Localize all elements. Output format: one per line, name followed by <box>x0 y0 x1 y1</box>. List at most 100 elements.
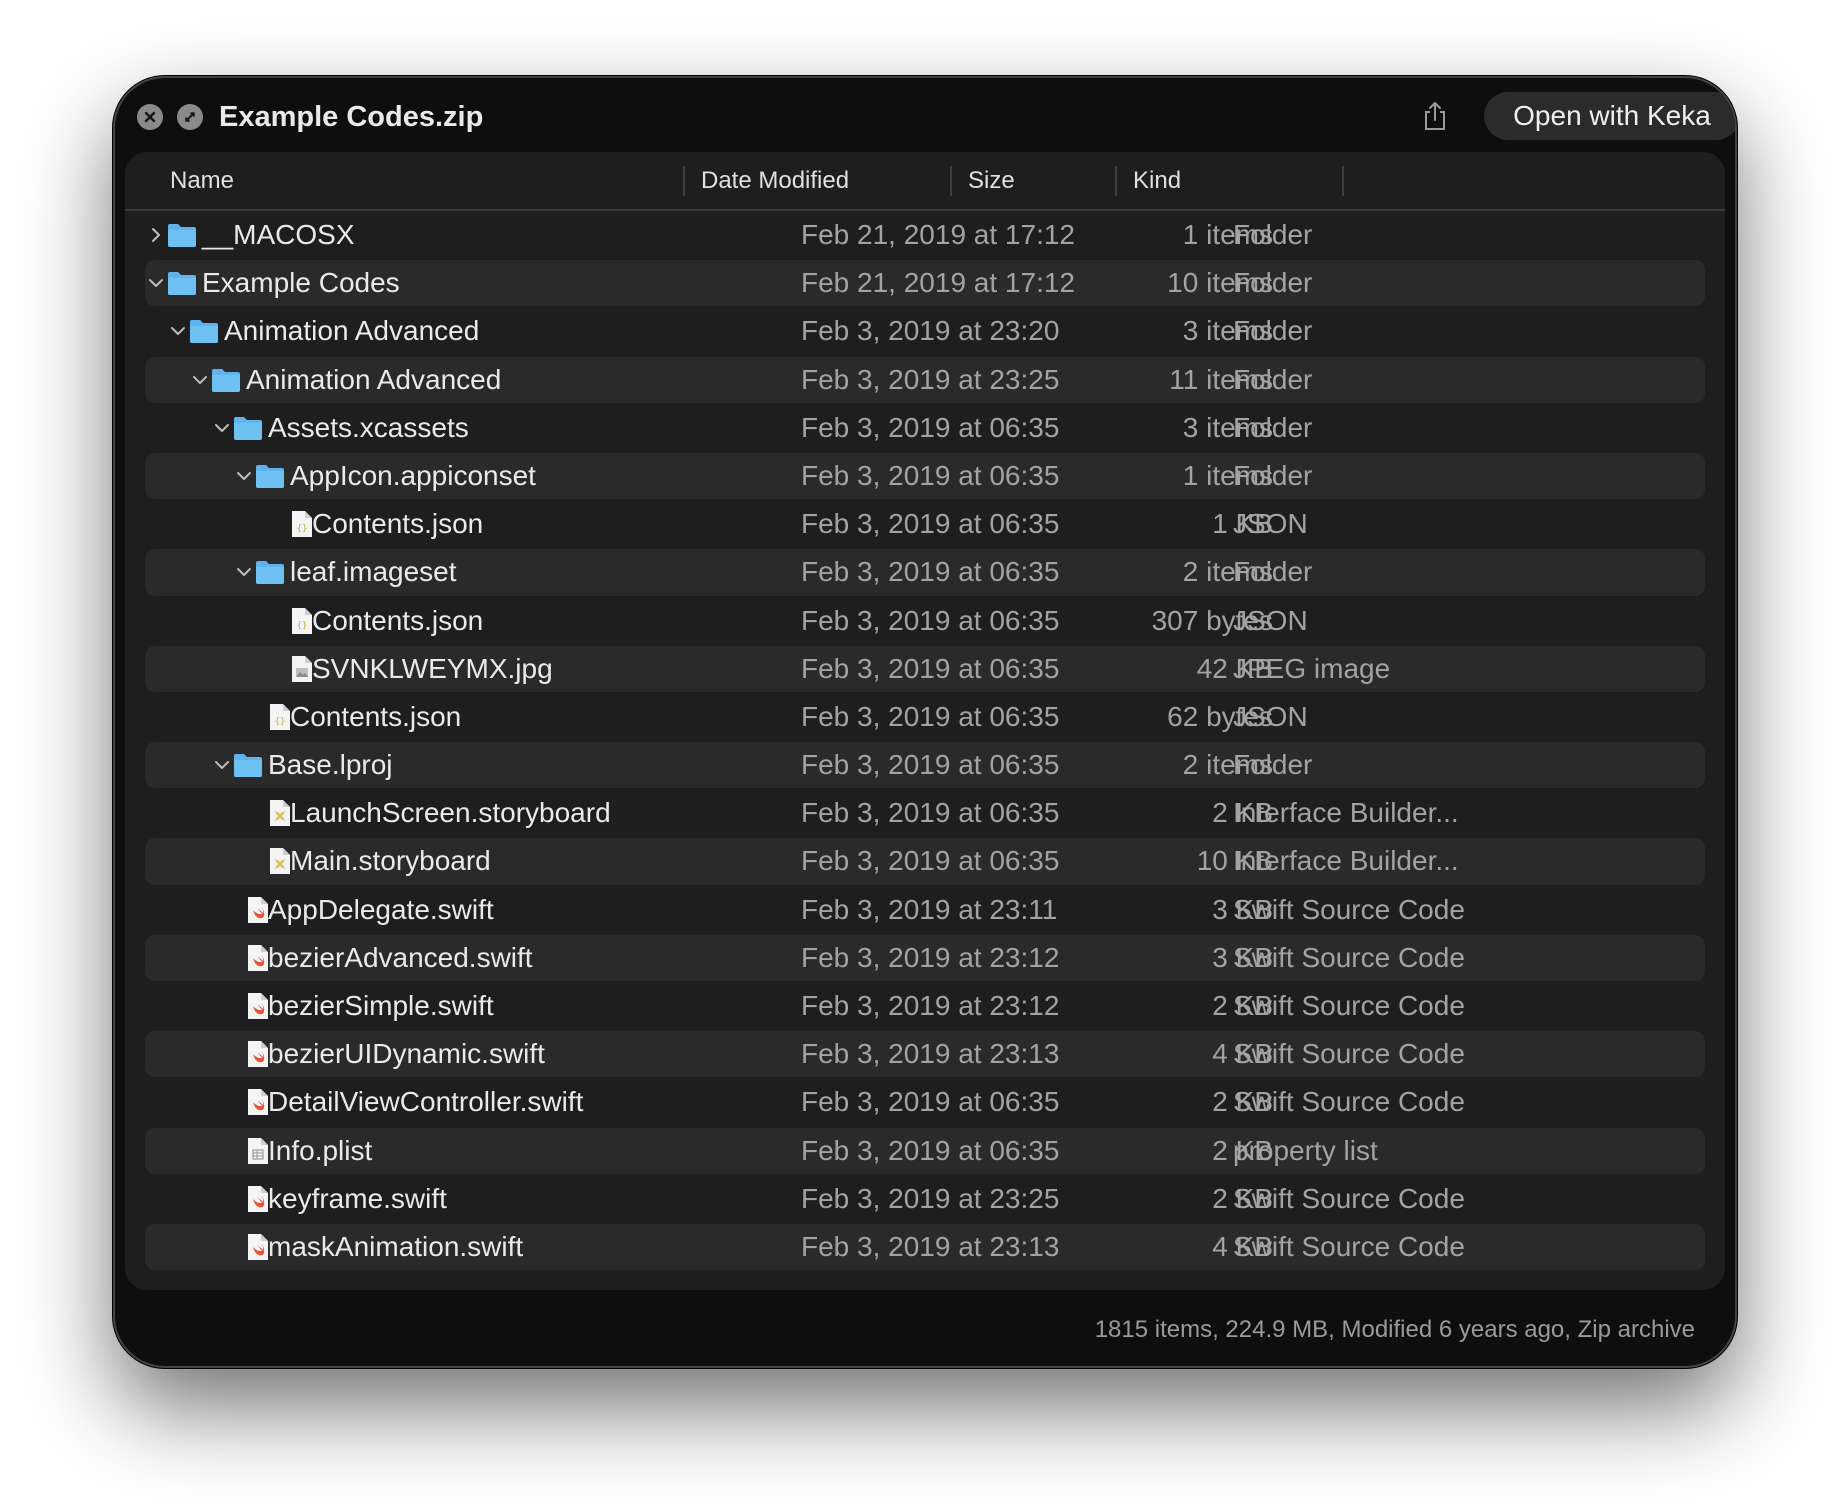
file-kind: Swift Source Code <box>1233 1230 1465 1262</box>
file-row[interactable]: __MACOSX Feb 21, 2019 at 17:12 1 items Fold… <box>125 211 1725 259</box>
file-row[interactable]: keyframe.swift Feb 3, 2019 at 23:25 2 KB Sw… <box>125 1175 1725 1223</box>
title-bar: Example Codes.zip Open with Keka <box>115 78 1735 158</box>
file-name: Animation Advanced <box>246 363 502 395</box>
date-modified: Feb 3, 2019 at 23:13 <box>801 1038 1060 1070</box>
json-file-icon: {} <box>291 597 313 645</box>
file-kind: Folder <box>1233 315 1313 347</box>
date-modified: Feb 3, 2019 at 23:20 <box>801 315 1060 347</box>
chevron-down-icon[interactable] <box>211 404 233 452</box>
file-row[interactable]: DetailViewController.swift Feb 3, 2019 at… <box>125 1078 1725 1126</box>
column-divider[interactable] <box>950 166 952 196</box>
file-name: Contents.json <box>312 604 484 636</box>
date-modified: Feb 3, 2019 at 23:25 <box>801 363 1060 395</box>
file-row[interactable]: Assets.xcassets Feb 3, 2019 at 06:35 3 ite… <box>125 404 1725 452</box>
svg-text:{}: {} <box>297 621 308 631</box>
file-row[interactable]: bezierUIDynamic.swift Feb 3, 2019 at 23:1… <box>125 1030 1725 1078</box>
file-row[interactable]: bezierSimple.swift Feb 3, 2019 at 23:12 2 … <box>125 982 1725 1030</box>
column-size[interactable]: Size <box>968 166 1015 196</box>
file-row[interactable]: Example Codes Feb 21, 2019 at 17:12 10 ite… <box>125 259 1725 307</box>
file-row[interactable]: Animation Advanced Feb 3, 2019 at 23:20 3 … <box>125 307 1725 355</box>
column-divider[interactable] <box>1115 166 1117 196</box>
share-button[interactable] <box>1415 96 1455 136</box>
file-row[interactable]: Main.storyboard Feb 3, 2019 at 06:35 10 KB… <box>125 837 1725 885</box>
json-file-icon: {} <box>291 500 313 548</box>
folder-icon <box>233 741 263 789</box>
date-modified: Feb 3, 2019 at 06:35 <box>801 411 1060 443</box>
file-name: Contents.json <box>290 700 462 732</box>
folder-icon <box>167 211 197 259</box>
file-name: bezierSimple.swift <box>268 990 494 1021</box>
swift-file-icon <box>247 1223 269 1271</box>
file-kind: Swift Source Code <box>1233 990 1465 1021</box>
date-modified: Feb 3, 2019 at 23:12 <box>801 990 1060 1021</box>
file-name: leaf.imageset <box>290 556 457 588</box>
file-kind: JSON <box>1233 604 1308 636</box>
chevron-down-icon[interactable] <box>145 259 167 307</box>
file-row[interactable]: Base.lproj Feb 3, 2019 at 06:35 2 items Fol… <box>125 741 1725 789</box>
window-title: Example Codes.zip <box>219 101 484 133</box>
date-modified: Feb 3, 2019 at 23:12 <box>801 941 1060 973</box>
column-date-modified[interactable]: Date Modified <box>701 166 849 196</box>
file-name: Base.lproj <box>268 749 393 781</box>
date-modified: Feb 3, 2019 at 06:35 <box>801 556 1060 588</box>
file-kind: Folder <box>1233 459 1313 491</box>
chevron-down-icon[interactable] <box>211 741 233 789</box>
date-modified: Feb 3, 2019 at 23:25 <box>801 1182 1060 1214</box>
chevron-down-icon[interactable] <box>189 356 211 404</box>
file-kind: Folder <box>1233 363 1313 395</box>
swift-file-icon <box>247 1030 269 1078</box>
file-name: AppDelegate.swift <box>268 893 494 925</box>
date-modified: Feb 21, 2019 at 17:12 <box>801 219 1075 250</box>
date-modified: Feb 3, 2019 at 06:35 <box>801 508 1060 540</box>
folder-icon <box>211 356 241 404</box>
date-modified: Feb 3, 2019 at 23:11 <box>801 893 1058 925</box>
file-row[interactable]: AppDelegate.swift Feb 3, 2019 at 23:11 3 K… <box>125 886 1725 934</box>
chevron-down-icon[interactable] <box>167 307 189 355</box>
chevron-right-icon[interactable] <box>145 211 167 259</box>
file-name: SVNKLWEYMX.jpg <box>312 652 553 684</box>
file-row[interactable]: maskAnimation.swift Feb 3, 2019 at 23:13 4… <box>125 1223 1725 1271</box>
file-name: Contents.json <box>312 508 484 540</box>
file-list: __MACOSX Feb 21, 2019 at 17:12 1 items Fold… <box>125 211 1725 1290</box>
folder-icon <box>167 259 197 307</box>
file-row[interactable]: {} Contents.json Feb 3, 2019 at 06:35 62 by… <box>125 693 1725 741</box>
column-divider[interactable] <box>1342 166 1344 196</box>
date-modified: Feb 3, 2019 at 06:35 <box>801 797 1060 829</box>
file-name: maskAnimation.swift <box>268 1230 524 1262</box>
swift-file-icon <box>247 1175 269 1223</box>
file-row[interactable]: {} Contents.json Feb 3, 2019 at 06:35 1 KB J… <box>125 500 1725 548</box>
date-modified: Feb 3, 2019 at 06:35 <box>801 749 1060 781</box>
chevron-down-icon[interactable] <box>233 548 255 596</box>
file-name: LaunchScreen.storyboard <box>290 797 611 829</box>
file-row[interactable]: bezierAdvanced.swift Feb 3, 2019 at 23:12… <box>125 934 1725 982</box>
file-name: Animation Advanced <box>224 315 480 347</box>
file-row[interactable]: SVNKLWEYMX.jpg Feb 3, 2019 at 06:35 42 KB J… <box>125 645 1725 693</box>
file-kind: Interface Builder... <box>1233 845 1459 877</box>
file-row[interactable]: Animation Advanced Feb 3, 2019 at 23:25 11… <box>125 356 1725 404</box>
fullscreen-button[interactable] <box>177 104 203 130</box>
file-row[interactable]: leaf.imageset Feb 3, 2019 at 06:35 2 items… <box>125 548 1725 596</box>
file-row[interactable]: AppIcon.appiconset Feb 3, 2019 at 06:35 1 … <box>125 452 1725 500</box>
image-file-icon <box>291 645 313 693</box>
column-header: Name Date Modified Size Kind <box>125 152 1725 211</box>
file-name: keyframe.swift <box>268 1182 447 1214</box>
date-modified: Feb 3, 2019 at 23:13 <box>801 1230 1060 1262</box>
chevron-down-icon[interactable] <box>233 452 255 500</box>
file-row[interactable]: LaunchScreen.storyboard Feb 3, 2019 at 06… <box>125 789 1725 837</box>
file-kind: Folder <box>1233 749 1313 781</box>
column-name[interactable]: Name <box>170 166 234 196</box>
file-kind: Folder <box>1233 411 1313 443</box>
svg-text:{}: {} <box>275 717 286 727</box>
open-with-keka-button[interactable]: Open with Keka <box>1484 92 1735 140</box>
svg-text:{}: {} <box>297 524 308 534</box>
file-kind: Swift Source Code <box>1233 1038 1465 1070</box>
json-file-icon: {} <box>269 693 291 741</box>
column-divider[interactable] <box>683 166 685 196</box>
file-row[interactable]: {} Contents.json Feb 3, 2019 at 06:35 307 b… <box>125 597 1725 645</box>
swift-file-icon <box>247 886 269 934</box>
storyboard-file-icon <box>269 837 291 885</box>
file-kind: JSON <box>1233 700 1308 732</box>
file-row[interactable]: Info.plist Feb 3, 2019 at 06:35 2 KB proper… <box>125 1127 1725 1175</box>
column-kind[interactable]: Kind <box>1133 166 1181 196</box>
close-button[interactable] <box>137 104 163 130</box>
